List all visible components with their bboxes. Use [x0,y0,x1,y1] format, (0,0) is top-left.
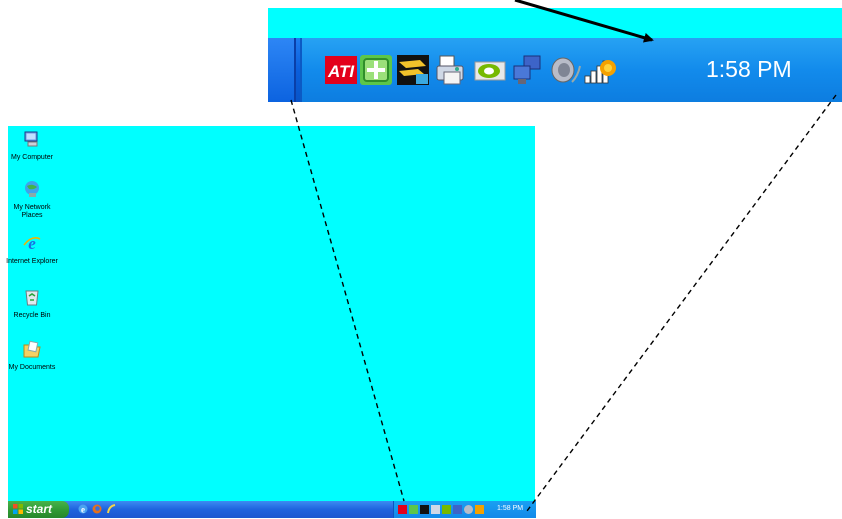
callout-arrow [514,0,654,43]
callout-overlay [290,0,837,512]
zoom-guide-line-right [526,94,837,512]
zoom-guide-line-left [290,99,405,502]
